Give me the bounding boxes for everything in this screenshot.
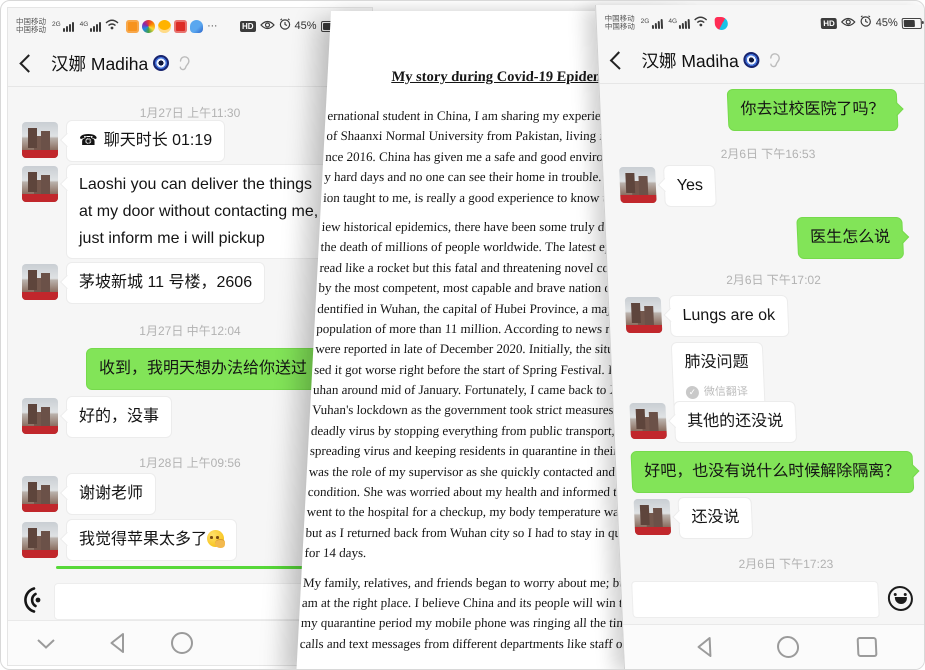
app-icon	[190, 20, 203, 33]
text-line: just inform me i will pickup	[79, 225, 318, 252]
text-line: Vuhan's lockdown as the government took …	[312, 400, 661, 420]
avatar[interactable]	[22, 264, 58, 300]
date-separator: 2月6日 下午17:23	[620, 555, 925, 572]
right-status-bar: 中国移动中国移动 2G 4G HD 45%	[604, 12, 922, 34]
nav-recents-icon[interactable]	[856, 636, 879, 663]
left-status-bar: 中国移动中国移动 2G 4G ⋯ HD 45% 20:5	[16, 15, 366, 37]
date-separator: 2月6日 下午16:53	[602, 145, 925, 162]
signal-icon: 4G	[668, 18, 690, 29]
alarm-icon	[279, 17, 291, 35]
text-line: calls and text messages from different d…	[299, 634, 648, 654]
text-line: am at the right place. I believe China a…	[301, 593, 650, 613]
left-chat-header: 汉娜 Madiha	[8, 40, 372, 87]
text-line: my quarantine period my mobile phone was…	[300, 613, 649, 633]
message-call-duration[interactable]: ☎聊天时长 01:19	[66, 120, 225, 162]
nazar-amulet-emoji	[153, 55, 169, 71]
avatar[interactable]	[22, 398, 58, 434]
hd-icon: HD	[240, 21, 256, 32]
nav-back-icon[interactable]	[694, 635, 715, 664]
text-line: went to the hospital for a checkup, my b…	[306, 502, 655, 522]
text-line: but as I returned back from Wuhan city s…	[305, 523, 654, 543]
chat-title: 汉娜 Madiha	[641, 48, 782, 73]
avatar[interactable]	[629, 403, 667, 439]
status-ellipsis: ⋯	[207, 21, 218, 32]
date-separator: 2月6日 下午17:02	[608, 271, 925, 288]
message-hospital-question[interactable]: 你去过校医院了吗？	[727, 89, 899, 131]
right-nav-bar	[623, 624, 925, 669]
wifi-icon	[694, 14, 709, 32]
message-input[interactable]	[631, 581, 880, 618]
avatar[interactable]	[619, 167, 657, 203]
message-lungs[interactable]: Lungs are ok	[669, 295, 789, 337]
avatar[interactable]	[634, 499, 672, 535]
carrier-label: 中国移动中国移动	[604, 15, 635, 32]
notification-app-icons: ⋯	[126, 20, 218, 33]
message-not-yet[interactable]: 还没说	[677, 497, 753, 539]
back-icon[interactable]	[19, 54, 37, 72]
message-will-deliver[interactable]: 收到，我明天想办法给你送过	[86, 348, 338, 390]
voice-input-button[interactable]	[13, 582, 49, 623]
hide-keyboard-icon[interactable]	[36, 637, 56, 655]
document-paragraph-3: My family, relatives, and friends began …	[299, 573, 651, 655]
avatar[interactable]	[22, 476, 58, 512]
app-icon	[174, 20, 187, 33]
signal-icon: 2G	[52, 21, 74, 32]
eye-protection-icon	[840, 14, 856, 32]
message-address[interactable]: 茅坡新城 11 号楼，2606	[66, 262, 265, 304]
battery-percent: 45%	[295, 20, 317, 32]
app-icon	[158, 20, 171, 33]
text-line: condition. She was worried about my heal…	[307, 482, 656, 502]
eye-protection-icon	[260, 17, 275, 35]
translated-check-icon: ✓	[686, 386, 700, 399]
text-line: My family, relatives, and friends began …	[302, 573, 651, 593]
message-deliver[interactable]: Laoshi you can deliver the thingsat my d…	[66, 164, 331, 259]
emoji-button[interactable]	[887, 586, 913, 611]
message-apples[interactable]: 我觉得苹果太多了	[66, 519, 237, 561]
alarm-icon	[859, 14, 872, 32]
wifi-icon	[105, 17, 119, 35]
message-yes[interactable]: Yes	[663, 165, 717, 207]
avatar[interactable]	[22, 122, 58, 158]
text-line: for 14 days.	[304, 543, 653, 563]
message-thanks[interactable]: 谢谢老师	[66, 473, 156, 515]
avatar[interactable]	[625, 297, 663, 333]
phone-call-icon: ☎	[79, 132, 98, 149]
text-line: was the role of my supervisor as she qui…	[308, 462, 657, 482]
nazar-amulet-emoji	[743, 52, 760, 68]
text-line: spreading virus and keeping residents in…	[309, 441, 658, 461]
text-line: at my door without contacting me,	[79, 198, 318, 225]
avatar[interactable]	[22, 522, 58, 558]
signal-icon: 2G	[641, 18, 663, 29]
battery-percent: 45%	[875, 17, 898, 29]
message-fine[interactable]: 好的，没事	[66, 396, 172, 438]
back-icon[interactable]	[610, 51, 628, 69]
avatar[interactable]	[22, 166, 58, 202]
earpiece-mode-icon	[768, 52, 782, 69]
app-icon	[715, 17, 729, 30]
chat-title: 汉娜 Madiha	[51, 51, 191, 76]
notification-app-icons	[715, 17, 729, 30]
text-line: Laoshi you can deliver the things	[79, 171, 318, 198]
signal-icon: 4G	[80, 21, 102, 32]
message-others-not-said[interactable]: 其他的还没说	[673, 401, 797, 443]
message-quarantine-question[interactable]: 好吧，也没有说什么时候解除隔离？	[630, 451, 914, 493]
nav-back-icon[interactable]	[107, 631, 127, 660]
text-line: deadly virus by stopping everything from…	[310, 421, 659, 441]
carrier-label: 中国移动中国移动	[16, 18, 46, 35]
battery-icon	[902, 18, 922, 29]
right-chat-screenshot: 中国移动中国移动 2G 4G HD 45% 汉娜 Madiha	[595, 5, 925, 669]
date-separator: 1月27日 上午11:30	[8, 104, 372, 121]
earpiece-mode-icon	[178, 55, 191, 72]
collage-canvas: 中国移动中国移动 2G 4G ⋯ HD 45% 20:5	[0, 0, 925, 670]
nav-home-icon[interactable]	[170, 631, 194, 660]
status-right-cluster: HD 45%	[821, 14, 922, 32]
app-icon	[126, 20, 139, 33]
text-line: uhan around mid of January. Fortunately,…	[313, 380, 662, 400]
message-doctor-question[interactable]: 医生怎么说	[796, 217, 904, 259]
right-chat-header: 汉娜 Madiha	[597, 37, 925, 84]
app-icon	[142, 20, 155, 33]
facepalm-emoji	[207, 530, 224, 547]
hd-icon: HD	[821, 18, 837, 29]
nav-home-icon[interactable]	[776, 635, 801, 664]
